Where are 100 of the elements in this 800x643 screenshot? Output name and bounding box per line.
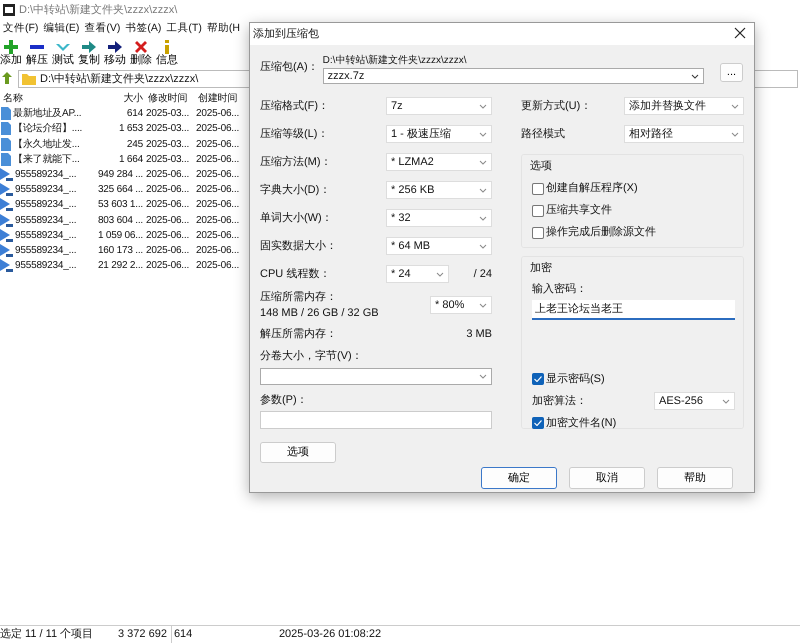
dropdown[interactable]: AES-256 bbox=[654, 392, 735, 410]
volume-dropdown[interactable] bbox=[260, 368, 492, 384]
file-name[interactable]: 【永久地址发... bbox=[12, 136, 80, 152]
checkbox[interactable] bbox=[532, 226, 544, 238]
delete-icon bbox=[134, 40, 148, 54]
column-header[interactable]: 名称 bbox=[0, 91, 93, 106]
table-cell-text: 2025-06... bbox=[145, 259, 190, 274]
checkbox-label[interactable]: 操作完成后删除源文件 bbox=[546, 224, 656, 241]
field-label: 压缩所需内存： bbox=[260, 290, 338, 304]
video-file-icon bbox=[0, 168, 13, 182]
arrow-icon bbox=[82, 40, 96, 54]
browse-button[interactable]: ... bbox=[720, 63, 743, 82]
checkbox[interactable] bbox=[532, 182, 544, 194]
status-text: 2025-03-26 01:08:22 bbox=[278, 627, 382, 642]
add-icon bbox=[4, 40, 18, 54]
document-icon bbox=[0, 152, 11, 166]
menu-item[interactable]: 工具(T) bbox=[166, 21, 202, 37]
file-name[interactable]: 955589234_... bbox=[14, 228, 76, 243]
file-name[interactable]: 955589234_... bbox=[14, 167, 76, 182]
table-cell-text: 2025-06... bbox=[195, 152, 240, 167]
file-name[interactable]: 955589234_... bbox=[14, 258, 76, 274]
status-text: 614 bbox=[170, 626, 279, 643]
archive-name-dropdown[interactable]: zzzx.7z bbox=[322, 68, 704, 84]
table-cell-text: 21 292 2... bbox=[96, 259, 144, 274]
file-name[interactable]: 955589234_... bbox=[14, 212, 76, 228]
dropdown[interactable]: 相对路径 bbox=[624, 125, 744, 143]
caret-icon bbox=[479, 374, 487, 378]
field-label: 路径模式 bbox=[521, 126, 565, 142]
toolbar-button[interactable]: 信息 bbox=[156, 40, 178, 67]
caret-icon bbox=[731, 104, 739, 108]
up-arrow-icon bbox=[2, 72, 12, 84]
toolbar-button[interactable]: 解压 bbox=[26, 40, 48, 67]
column-header[interactable]: 大小 bbox=[93, 91, 145, 106]
table-cell-text: 53 603 1... bbox=[96, 198, 144, 212]
dropdown[interactable]: 7z bbox=[386, 97, 492, 115]
table-cell-text: 2025-06... bbox=[145, 214, 190, 228]
dropdown[interactable]: * 64 MB bbox=[386, 237, 492, 255]
dropdown[interactable]: * 256 KB bbox=[386, 181, 492, 199]
checkbox[interactable] bbox=[532, 373, 544, 385]
field-label: 单词大小(W)： bbox=[260, 210, 334, 226]
dropdown[interactable]: * LZMA2 bbox=[386, 153, 492, 171]
caret-icon bbox=[722, 398, 730, 404]
field-label: 参数(P)： bbox=[260, 392, 309, 408]
group-title: 选项 bbox=[530, 159, 553, 174]
dropdown[interactable]: * 32 bbox=[386, 209, 492, 227]
table-cell-text: 1 664 bbox=[118, 152, 144, 167]
file-name[interactable]: 955589234_... bbox=[14, 242, 76, 258]
file-name[interactable]: 【来了就能下... bbox=[12, 152, 80, 167]
toolbar-button[interactable]: 复制 bbox=[78, 40, 100, 67]
checkbox-label[interactable]: 创建自解压程序(X) bbox=[546, 180, 638, 197]
table-cell-text: 2025-06... bbox=[145, 168, 190, 182]
dropdown[interactable]: 添加并替换文件 bbox=[624, 97, 744, 115]
password-field[interactable]: 上老王论坛当老王 bbox=[532, 300, 735, 320]
memory-usage: 148 MB / 26 GB / 32 GB bbox=[260, 306, 380, 321]
field-label: 解压所需内存： bbox=[260, 326, 337, 342]
thread-total: / 24 bbox=[474, 266, 492, 282]
menu-item[interactable]: 编辑(E) bbox=[43, 21, 80, 37]
video-file-icon bbox=[0, 183, 13, 196]
menu-item[interactable]: 文件(F) bbox=[3, 21, 38, 37]
menu-item[interactable]: 帮助(H bbox=[206, 21, 240, 37]
checkbox[interactable] bbox=[532, 204, 544, 216]
options-button[interactable]: 选项 bbox=[260, 442, 336, 463]
caret-icon bbox=[436, 272, 444, 276]
checkbox[interactable] bbox=[532, 417, 544, 429]
arrow-icon bbox=[108, 40, 122, 54]
column-header[interactable]: 创建时间 bbox=[195, 91, 248, 106]
file-name[interactable]: 【论坛介绍】.... bbox=[12, 121, 82, 136]
app-icon bbox=[3, 4, 15, 16]
dropdown[interactable]: * 80% bbox=[430, 296, 492, 314]
toolbar-button[interactable]: 测试 bbox=[52, 40, 74, 67]
dialog-button[interactable]: 帮助 bbox=[657, 467, 733, 489]
caret-icon bbox=[479, 160, 487, 164]
toolbar-button[interactable]: 移动 bbox=[104, 40, 126, 67]
toolbar-button[interactable]: 删除 bbox=[130, 40, 152, 67]
table-cell-text: 2025-06... bbox=[195, 122, 240, 136]
field-label: 压缩方法(M)： bbox=[260, 154, 332, 170]
file-name[interactable]: 最新地址及AP... bbox=[12, 106, 82, 122]
dialog-button[interactable]: 确定 bbox=[481, 467, 557, 489]
parameters-field[interactable] bbox=[260, 411, 492, 429]
dropdown[interactable]: * 24 bbox=[386, 265, 449, 283]
caret-icon bbox=[479, 244, 487, 248]
file-name[interactable]: 955589234_... bbox=[14, 197, 76, 212]
checkbox-label[interactable]: 加密文件名(N) bbox=[546, 414, 616, 432]
menu-item[interactable]: 书签(A) bbox=[125, 21, 162, 37]
memory-value: 3 MB bbox=[466, 326, 492, 342]
file-name[interactable]: 955589234_... bbox=[14, 182, 76, 198]
close-button[interactable] bbox=[734, 27, 748, 41]
checkbox-label[interactable]: 压缩共享文件 bbox=[546, 202, 612, 219]
checkbox-label[interactable]: 显示密码(S) bbox=[546, 370, 605, 388]
document-icon bbox=[0, 122, 11, 136]
dialog-button[interactable]: 取消 bbox=[569, 467, 645, 489]
dropdown[interactable]: 1 - 极速压缩 bbox=[386, 125, 492, 143]
caret-icon bbox=[479, 188, 487, 192]
column-header[interactable]: 修改时间 bbox=[145, 91, 195, 106]
group-title: 加密 bbox=[530, 260, 553, 276]
toolbar-button[interactable]: 添加 bbox=[0, 40, 22, 67]
table-cell-text: 949 284 ... bbox=[96, 168, 144, 182]
menu-item[interactable]: 查看(V) bbox=[84, 21, 120, 37]
check-icon bbox=[534, 420, 542, 426]
table-cell-text: 2025-06... bbox=[145, 198, 190, 212]
